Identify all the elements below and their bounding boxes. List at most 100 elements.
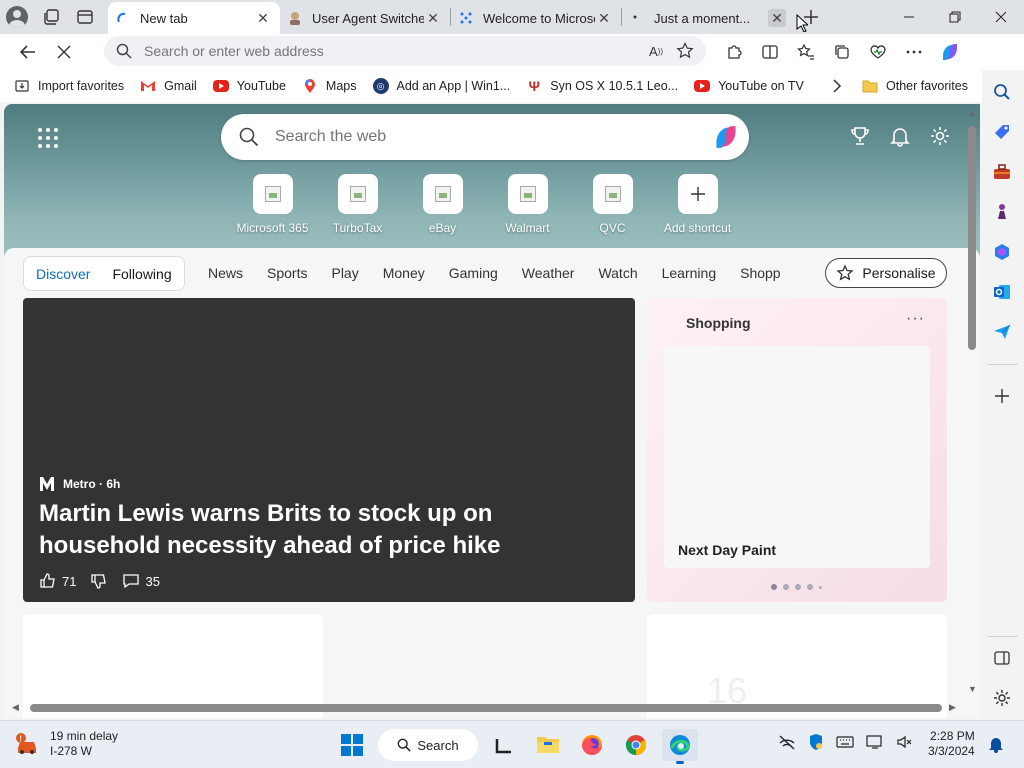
tab-close-button[interactable]: ✕ (424, 9, 442, 27)
sidebar-shopping-button[interactable] (990, 120, 1014, 144)
stop-button[interactable] (46, 36, 82, 68)
address-input[interactable] (144, 43, 614, 59)
carousel-dot[interactable] (795, 584, 801, 590)
browser-essentials-button[interactable] (864, 38, 892, 66)
shortcut-walmart[interactable]: Walmart (485, 174, 570, 235)
scroll-left-icon[interactable]: ◀ (12, 702, 19, 713)
tab-close-button[interactable]: ✕ (254, 9, 272, 27)
favorites-button[interactable] (792, 38, 820, 66)
clock[interactable]: 2:28 PM 3/3/2024 (928, 729, 975, 759)
split-screen-button[interactable] (756, 38, 784, 66)
category-sports[interactable]: Sports (267, 265, 307, 281)
keyboard-icon[interactable] (836, 735, 854, 754)
product-image[interactable]: Next Day Paint (664, 346, 930, 568)
category-news[interactable]: News (208, 265, 243, 281)
dislike-button[interactable] (90, 572, 108, 590)
back-button[interactable] (10, 36, 46, 68)
carousel-dot[interactable] (819, 585, 822, 589)
collections-button[interactable] (828, 38, 856, 66)
chrome-button[interactable] (618, 729, 654, 761)
favorite-star-button[interactable] (674, 40, 696, 62)
shortcut-qvc[interactable]: QVC (570, 174, 655, 235)
taskbar-search[interactable]: Search (378, 729, 478, 761)
tab-close-button[interactable]: ✕ (768, 9, 786, 27)
favorite-maps[interactable]: Maps (296, 73, 363, 99)
sidebar-add-button[interactable] (990, 384, 1014, 408)
favorite-import[interactable]: Import favorites (8, 73, 130, 99)
task-view-button[interactable] (486, 729, 522, 761)
add-shortcut-button[interactable]: Add shortcut (655, 174, 740, 235)
tab-welcome-microsoft[interactable]: Welcome to Microsoft ✕ (451, 2, 621, 34)
tab-actions-button[interactable] (68, 1, 102, 33)
security-shield-icon[interactable] (808, 733, 824, 756)
carousel-dot[interactable] (807, 584, 813, 590)
hero-article-card[interactable]: Metro · 6h Martin Lewis warns Brits to s… (23, 298, 635, 602)
favorite-add-an-app[interactable]: ◎ Add an App | Win1... (367, 73, 517, 99)
traffic-widget[interactable]: ! 19 min delay I-278 W (14, 729, 118, 759)
favorite-gmail[interactable]: Gmail (134, 73, 203, 99)
horizontal-scrollbar[interactable]: ◀ ▶ (4, 700, 966, 716)
web-search-box[interactable] (221, 114, 749, 160)
carousel-dot[interactable] (771, 584, 777, 590)
firefox-button[interactable] (574, 729, 610, 761)
more-options-button[interactable]: ··· (906, 310, 925, 328)
category-shopping[interactable]: Shopp (740, 265, 780, 281)
minimize-button[interactable] (886, 1, 932, 33)
scroll-up-icon[interactable]: ▲ (968, 108, 977, 118)
copilot-icon[interactable] (711, 122, 741, 152)
workspaces-button[interactable] (34, 1, 68, 33)
profile-button[interactable] (0, 1, 34, 33)
favorites-overflow-button[interactable] (826, 73, 848, 99)
read-aloud-icon[interactable]: A)) (646, 40, 666, 62)
favorite-youtube[interactable]: YouTube (207, 73, 292, 99)
scroll-right-icon[interactable]: ▶ (949, 702, 956, 713)
file-explorer-button[interactable] (530, 729, 566, 761)
sidebar-outlook-button[interactable] (990, 280, 1014, 304)
network-off-icon[interactable] (778, 734, 796, 755)
sidebar-search-button[interactable] (990, 80, 1014, 104)
display-icon[interactable] (866, 734, 884, 755)
other-favorites-folder[interactable]: Other favorites (856, 73, 974, 99)
scrollbar-thumb[interactable] (968, 126, 976, 350)
tab-user-agent-switcher[interactable]: User Agent Switcher ✕ (280, 2, 450, 34)
shortcut-ebay[interactable]: eBay (400, 174, 485, 235)
personalise-button[interactable]: Personalise (825, 258, 947, 288)
carousel-dot[interactable] (783, 584, 789, 590)
edge-button[interactable] (662, 729, 698, 764)
vertical-scrollbar[interactable]: ▲ ▼ (966, 106, 978, 696)
category-play[interactable]: Play (331, 265, 358, 281)
sidebar-games-button[interactable] (990, 200, 1014, 224)
settings-more-button[interactable] (900, 38, 928, 66)
start-button[interactable] (334, 729, 370, 761)
category-money[interactable]: Money (383, 265, 425, 281)
category-weather[interactable]: Weather (522, 265, 575, 281)
scroll-down-icon[interactable]: ▼ (968, 684, 977, 694)
app-launcher-icon[interactable] (38, 128, 58, 148)
volume-muted-icon[interactable] (896, 734, 912, 755)
sidebar-drop-button[interactable] (990, 320, 1014, 344)
sidebar-m365-button[interactable] (990, 240, 1014, 264)
sidebar-hide-button[interactable] (990, 646, 1014, 670)
rewards-button[interactable] (848, 124, 872, 148)
restore-button[interactable] (932, 1, 978, 33)
sidebar-settings-button[interactable] (990, 686, 1014, 710)
category-watch[interactable]: Watch (598, 265, 637, 281)
tab-close-button[interactable]: ✕ (595, 9, 613, 27)
sidebar-tools-button[interactable] (990, 160, 1014, 184)
tab-following[interactable]: Following (112, 266, 171, 282)
article-headline[interactable]: Martin Lewis warns Brits to stock up on … (39, 498, 609, 562)
comments-button[interactable]: 35 (122, 572, 160, 590)
scrollbar-thumb[interactable] (30, 704, 942, 712)
page-settings-button[interactable] (928, 124, 952, 148)
favorite-syn-os[interactable]: Ψ Syn OS X 10.5.1 Leo... (520, 73, 684, 99)
favorite-youtube-tv[interactable]: YouTube on TV (688, 73, 810, 99)
web-search-input[interactable] (275, 128, 695, 146)
close-window-button[interactable] (978, 1, 1024, 33)
notifications-button[interactable] (888, 124, 912, 148)
shopping-card[interactable]: Shopping ··· Next Day Paint (647, 298, 947, 602)
shortcut-microsoft-365[interactable]: Microsoft 365 (230, 174, 315, 235)
extensions-button[interactable] (720, 38, 748, 66)
address-bar[interactable]: A)) (104, 36, 706, 66)
shortcut-turbotax[interactable]: TurboTax (315, 174, 400, 235)
category-learning[interactable]: Learning (662, 265, 717, 281)
